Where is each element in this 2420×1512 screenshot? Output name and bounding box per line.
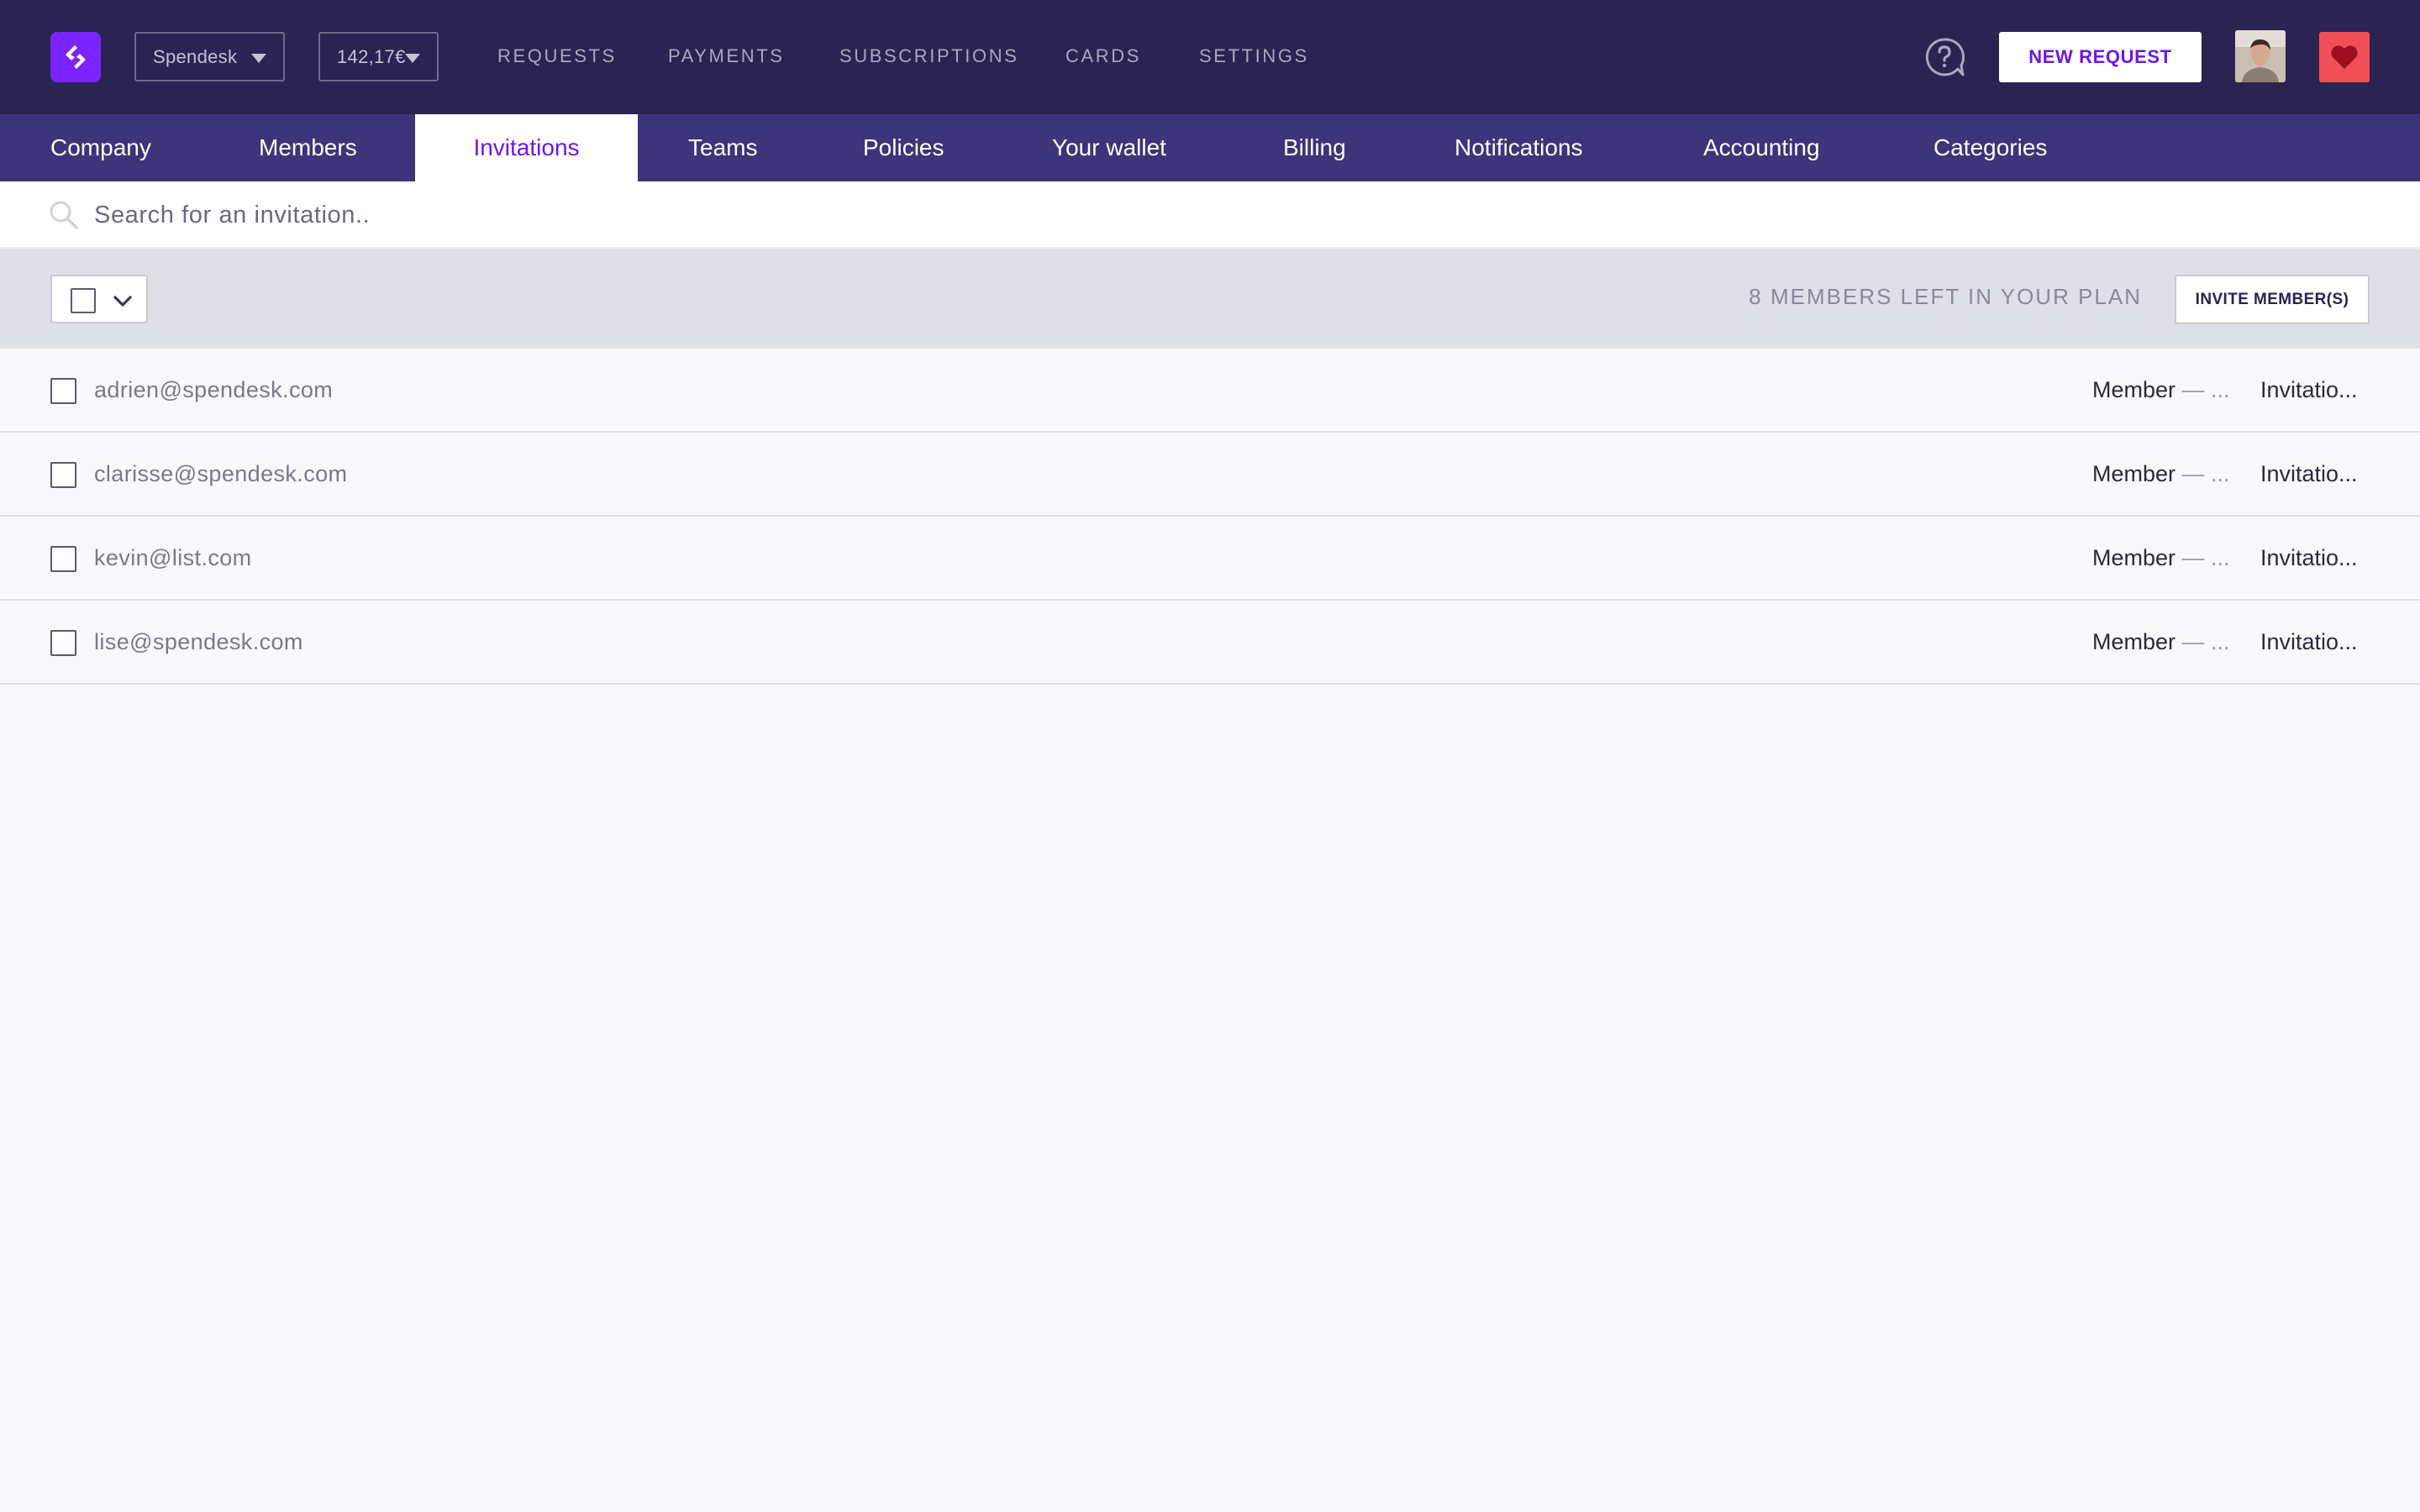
search-bar	[0, 181, 2420, 249]
table-row[interactable]: adrien@spendesk.com Member — ... Invitat…	[0, 349, 2420, 433]
role-label: Member	[2092, 545, 2176, 570]
tab-your-wallet[interactable]: Your wallet	[1052, 114, 1166, 181]
role-suffix: — ...	[2181, 629, 2230, 654]
row-checkbox[interactable]	[50, 462, 76, 488]
role-label: Member	[2092, 629, 2176, 654]
invite-members-button[interactable]: INVITE MEMBER(S)	[2175, 275, 2370, 324]
table-row[interactable]: kevin@list.com Member — ... Invitatio...	[0, 517, 2420, 601]
table-row[interactable]: clarisse@spendesk.com Member — ... Invit…	[0, 433, 2420, 517]
caret-down-icon	[251, 54, 266, 63]
row-checkbox[interactable]	[50, 630, 76, 656]
select-all-checkbox[interactable]	[71, 288, 96, 313]
search-icon	[49, 200, 79, 230]
settings-tabs: Company Members Invitations Teams Polici…	[0, 114, 2420, 181]
tab-categories[interactable]: Categories	[1933, 114, 2047, 181]
invitation-status: Invitatio...	[2260, 545, 2358, 570]
tab-accounting[interactable]: Accounting	[1703, 114, 1820, 181]
tab-company[interactable]: Company	[50, 114, 151, 181]
tab-members[interactable]: Members	[259, 114, 357, 181]
invitation-role[interactable]: Member — ...	[2092, 461, 2235, 487]
role-label: Member	[2092, 377, 2176, 402]
row-checkbox[interactable]	[50, 546, 76, 572]
tab-billing[interactable]: Billing	[1283, 114, 1346, 181]
balance-selector[interactable]: 142,17€	[318, 32, 439, 81]
heart-icon	[2331, 45, 2358, 69]
search-input[interactable]	[94, 195, 1102, 235]
company-selector-label: Spendesk	[153, 45, 238, 67]
new-request-button[interactable]: NEW REQUEST	[1999, 32, 2202, 82]
role-suffix: — ...	[2181, 377, 2230, 402]
role-suffix: — ...	[2181, 461, 2230, 486]
spendesk-logo-icon[interactable]	[50, 32, 101, 82]
heart-button[interactable]	[2319, 32, 2370, 82]
company-selector[interactable]: Spendesk	[134, 32, 285, 81]
role-label: Member	[2092, 461, 2176, 486]
tab-notifications[interactable]: Notifications	[1455, 114, 1583, 181]
nav-subscriptions[interactable]: SUBSCRIPTIONS	[839, 45, 1019, 67]
avatar[interactable]	[2235, 30, 2286, 82]
caret-down-icon	[405, 54, 420, 63]
balance-selector-label: 142,17€	[337, 45, 406, 67]
nav-requests[interactable]: REQUESTS	[497, 45, 617, 67]
role-suffix: — ...	[2181, 545, 2230, 570]
invitation-status: Invitatio...	[2260, 377, 2358, 402]
tab-policies[interactable]: Policies	[863, 114, 944, 181]
invitation-role[interactable]: Member — ...	[2092, 629, 2235, 655]
nav-settings[interactable]: SETTINGS	[1199, 45, 1309, 67]
invitation-status: Invitatio...	[2260, 629, 2358, 654]
tab-teams[interactable]: Teams	[688, 114, 757, 181]
tab-invitations[interactable]: Invitations	[415, 114, 638, 181]
invitation-email: lise@spendesk.com	[94, 629, 303, 654]
nav-payments[interactable]: PAYMENTS	[668, 45, 785, 67]
invitation-email: adrien@spendesk.com	[94, 377, 334, 402]
top-bar: Spendesk 142,17€ REQUESTS PAYMENTS SUBSC…	[0, 0, 2420, 114]
invitation-role[interactable]: Member — ...	[2092, 545, 2235, 571]
bulk-select-dropdown[interactable]	[50, 275, 148, 323]
help-icon[interactable]	[1924, 37, 1965, 77]
invitation-role[interactable]: Member — ...	[2092, 377, 2235, 403]
invitation-email: clarisse@spendesk.com	[94, 461, 348, 486]
chevron-down-icon[interactable]	[113, 291, 133, 310]
nav-cards[interactable]: CARDS	[1065, 45, 1141, 67]
list-toolbar: 8 MEMBERS LEFT IN YOUR PLAN INVITE MEMBE…	[0, 249, 2420, 349]
plan-members-left: 8 MEMBERS LEFT IN YOUR PLAN	[1749, 284, 2142, 309]
invitation-email: kevin@list.com	[94, 545, 252, 570]
invitation-status: Invitatio...	[2260, 461, 2358, 486]
row-checkbox[interactable]	[50, 378, 76, 404]
table-row[interactable]: lise@spendesk.com Member — ... Invitatio…	[0, 601, 2420, 685]
